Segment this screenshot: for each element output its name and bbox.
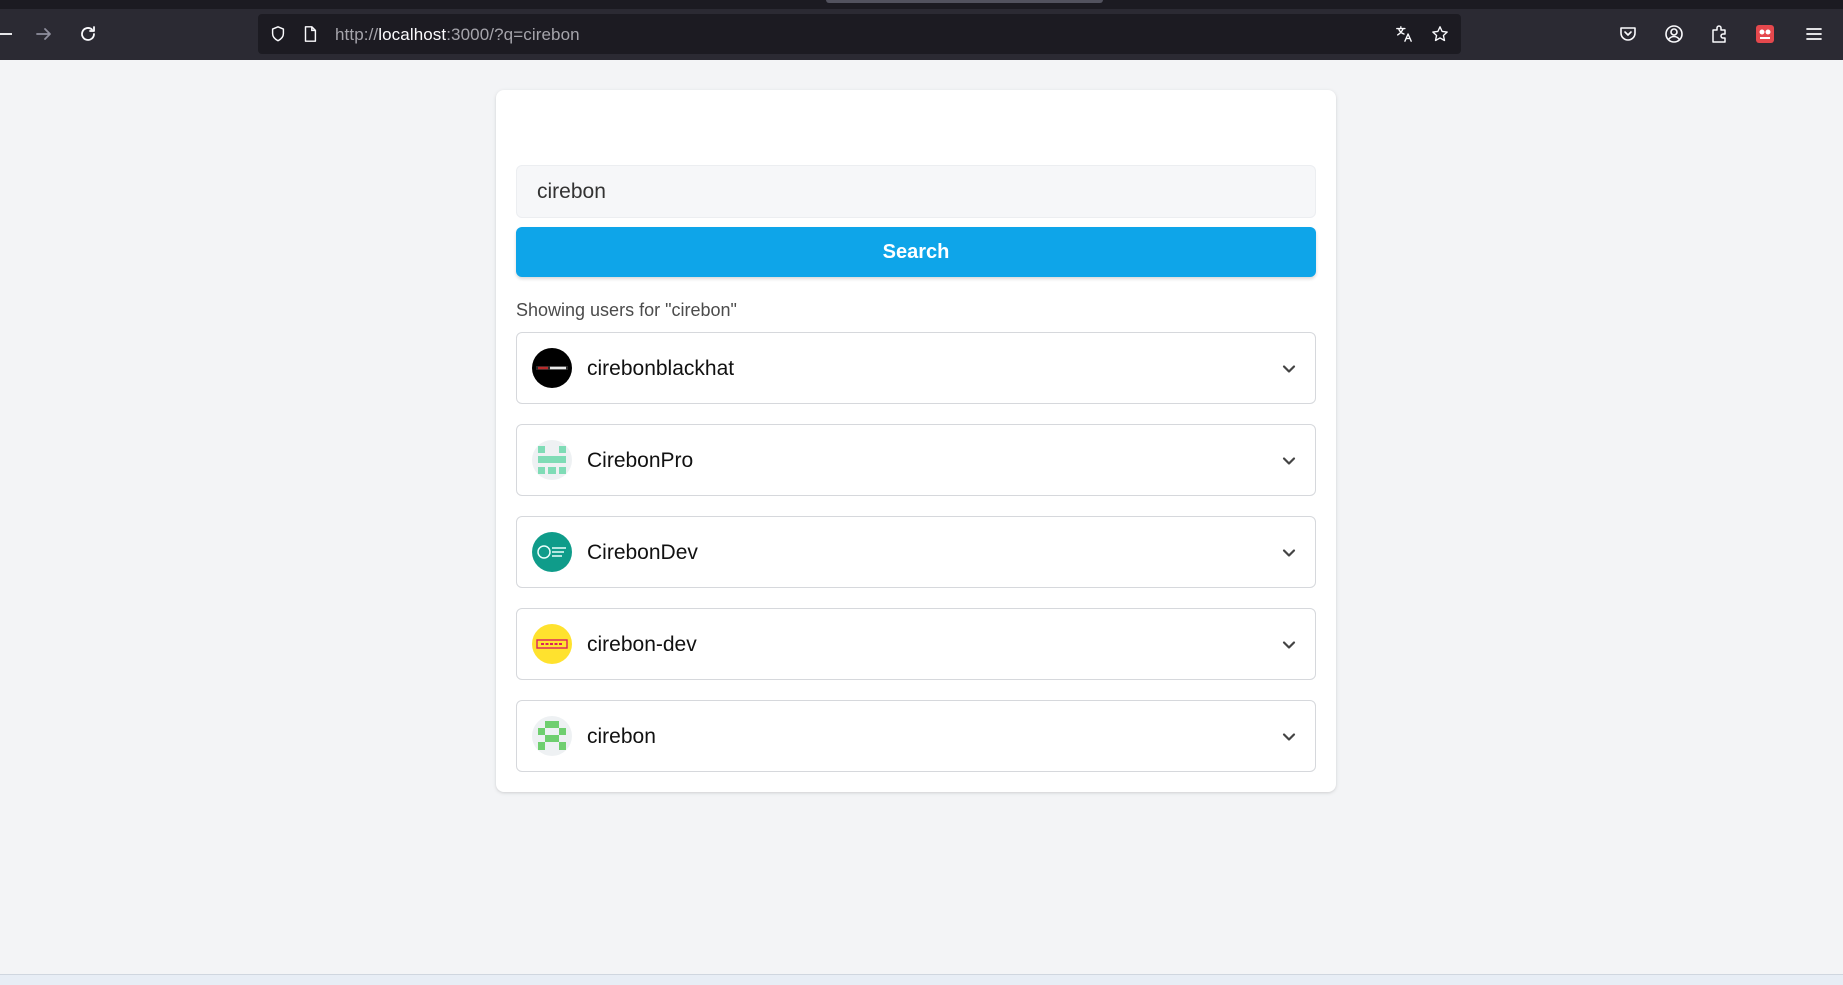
- chevron-down-icon[interactable]: [1277, 633, 1301, 657]
- addon-icon[interactable]: [1751, 20, 1779, 48]
- avatar: [532, 624, 572, 664]
- search-input[interactable]: [516, 165, 1316, 218]
- chevron-down-icon[interactable]: [1277, 725, 1301, 749]
- tracking-shield-icon[interactable]: [268, 24, 288, 44]
- user-login: CirebonPro: [587, 449, 694, 472]
- user-item-cirebondev[interactable]: CirebonDev: [516, 516, 1316, 588]
- user-item-cirebonblackhat[interactable]: cirebonblackhat: [516, 332, 1316, 404]
- user-item-cirebonpro[interactable]: CirebonPro: [516, 424, 1316, 496]
- url-text[interactable]: http://localhost:3000/?q=cirebon: [335, 25, 580, 45]
- back-arrow-icon[interactable]: [0, 20, 20, 48]
- user-item-cirebon-dev[interactable]: cirebon-dev: [516, 608, 1316, 680]
- user-login: cirebonblackhat: [587, 357, 735, 380]
- active-tab-indicator[interactable]: [826, 0, 1103, 3]
- user-list: cirebonblackhat CirebonPro CirebonDev ci…: [516, 332, 1316, 792]
- search-button[interactable]: Search: [516, 227, 1316, 277]
- user-login: CirebonDev: [587, 541, 698, 564]
- tab-strip: [0, 0, 1843, 9]
- avatar: [532, 440, 572, 480]
- url-path: :3000/?q=cirebon: [446, 25, 580, 44]
- star-icon[interactable]: [1430, 24, 1450, 44]
- url-host: localhost: [378, 25, 447, 44]
- url-scheme: http://: [335, 25, 379, 44]
- explorer-card: Search Showing users for "cirebon" cireb…: [496, 90, 1336, 792]
- chevron-down-icon[interactable]: [1277, 449, 1301, 473]
- avatar: [532, 532, 572, 572]
- user-login: cirebon-dev: [587, 633, 697, 656]
- reload-icon[interactable]: [74, 20, 102, 48]
- chevron-down-icon[interactable]: [1277, 357, 1301, 381]
- account-icon[interactable]: [1660, 20, 1688, 48]
- browser-toolbar: http://localhost:3000/?q=cirebon: [0, 0, 1843, 60]
- chevron-down-icon[interactable]: [1277, 541, 1301, 565]
- avatar: [532, 716, 572, 756]
- user-login: cirebon: [587, 725, 656, 748]
- address-bar[interactable]: http://localhost:3000/?q=cirebon: [258, 14, 1461, 54]
- avatar: [532, 348, 572, 388]
- page-info-icon[interactable]: [300, 24, 320, 44]
- pocket-icon[interactable]: [1614, 20, 1642, 48]
- results-caption: Showing users for "cirebon": [516, 300, 737, 320]
- hamburger-menu-icon[interactable]: [1800, 20, 1828, 48]
- os-taskbar: [0, 974, 1843, 985]
- translate-icon[interactable]: [1394, 24, 1414, 44]
- forward-arrow-icon[interactable]: [30, 20, 58, 48]
- extensions-icon[interactable]: [1705, 20, 1733, 48]
- user-item-cirebon[interactable]: cirebon: [516, 700, 1316, 772]
